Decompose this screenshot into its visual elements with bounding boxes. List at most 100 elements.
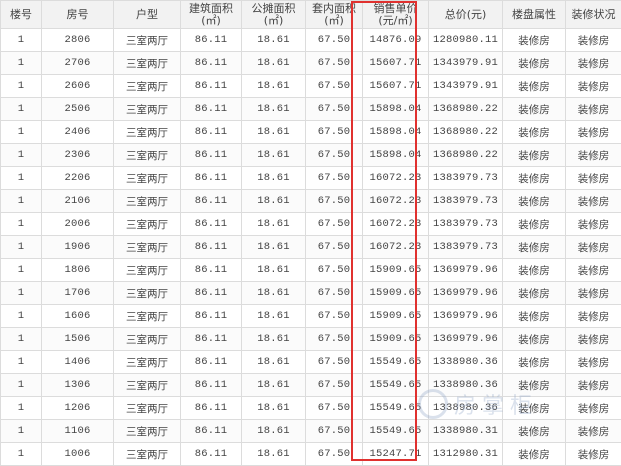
cell-total-price: 1280980.11 (429, 29, 503, 52)
cell-inner-area: 67.50 (306, 351, 363, 374)
cell-building: 1 (1, 167, 42, 190)
cell-shared-area: 18.61 (242, 75, 306, 98)
cell-building: 1 (1, 52, 42, 75)
cell-build-area: 86.11 (181, 420, 242, 443)
table-row: 12706三室两厅86.1118.6167.5015607.711343979.… (1, 52, 621, 75)
cell-property-attr: 装修房 (503, 144, 566, 167)
cell-property-attr: 装修房 (503, 236, 566, 259)
cell-decoration: 装修房 (566, 259, 621, 282)
cell-inner-area: 67.50 (306, 397, 363, 420)
cell-unit-price: 15898.04 (363, 121, 429, 144)
cell-inner-area: 67.50 (306, 29, 363, 52)
cell-building: 1 (1, 443, 42, 466)
cell-unit-price: 15909.65 (363, 328, 429, 351)
cell-inner-area: 67.50 (306, 282, 363, 305)
cell-decoration: 装修房 (566, 98, 621, 121)
cell-room: 2006 (42, 213, 114, 236)
cell-build-area: 86.11 (181, 236, 242, 259)
cell-decoration: 装修房 (566, 420, 621, 443)
cell-room: 2406 (42, 121, 114, 144)
cell-decoration: 装修房 (566, 190, 621, 213)
cell-shared-area: 18.61 (242, 259, 306, 282)
cell-shared-area: 18.61 (242, 397, 306, 420)
table-row: 12806三室两厅86.1118.6167.5014876.091280980.… (1, 29, 621, 52)
cell-shared-area: 18.61 (242, 351, 306, 374)
cell-inner-area: 67.50 (306, 443, 363, 466)
cell-building: 1 (1, 351, 42, 374)
cell-unit-price: 15909.65 (363, 282, 429, 305)
cell-inner-area: 67.50 (306, 213, 363, 236)
cell-inner-area: 67.50 (306, 167, 363, 190)
cell-build-area: 86.11 (181, 397, 242, 420)
cell-shared-area: 18.61 (242, 190, 306, 213)
cell-layout: 三室两厅 (114, 29, 181, 52)
cell-inner-area: 67.50 (306, 305, 363, 328)
cell-decoration: 装修房 (566, 305, 621, 328)
cell-build-area: 86.11 (181, 305, 242, 328)
cell-layout: 三室两厅 (114, 52, 181, 75)
cell-total-price: 1369979.96 (429, 259, 503, 282)
cell-building: 1 (1, 328, 42, 351)
cell-build-area: 86.11 (181, 443, 242, 466)
cell-property-attr: 装修房 (503, 190, 566, 213)
cell-total-price: 1369979.96 (429, 305, 503, 328)
cell-total-price: 1383979.73 (429, 236, 503, 259)
table-row: 12206三室两厅86.1118.6167.5016072.231383979.… (1, 167, 621, 190)
cell-property-attr: 装修房 (503, 259, 566, 282)
cell-room: 2806 (42, 29, 114, 52)
cell-unit-price: 15549.65 (363, 420, 429, 443)
cell-layout: 三室两厅 (114, 98, 181, 121)
cell-inner-area: 67.50 (306, 98, 363, 121)
cell-inner-area: 67.50 (306, 259, 363, 282)
cell-building: 1 (1, 374, 42, 397)
cell-shared-area: 18.61 (242, 443, 306, 466)
cell-shared-area: 18.61 (242, 213, 306, 236)
cell-inner-area: 67.50 (306, 144, 363, 167)
cell-total-price: 1343979.91 (429, 52, 503, 75)
table-row: 11806三室两厅86.1118.6167.5015909.651369979.… (1, 259, 621, 282)
cell-unit-price: 16072.23 (363, 236, 429, 259)
cell-property-attr: 装修房 (503, 351, 566, 374)
header-shared-area: 公摊面积 (㎡) (242, 1, 306, 29)
cell-shared-area: 18.61 (242, 282, 306, 305)
cell-room: 1006 (42, 443, 114, 466)
cell-room: 1406 (42, 351, 114, 374)
cell-total-price: 1368980.22 (429, 144, 503, 167)
cell-property-attr: 装修房 (503, 374, 566, 397)
cell-layout: 三室两厅 (114, 236, 181, 259)
cell-building: 1 (1, 305, 42, 328)
cell-build-area: 86.11 (181, 259, 242, 282)
table-row: 11406三室两厅86.1118.6167.5015549.651338980.… (1, 351, 621, 374)
cell-room: 2506 (42, 98, 114, 121)
cell-layout: 三室两厅 (114, 305, 181, 328)
cell-layout: 三室两厅 (114, 328, 181, 351)
table-row: 12606三室两厅86.1118.6167.5015607.711343979.… (1, 75, 621, 98)
table-row: 11706三室两厅86.1118.6167.5015909.651369979.… (1, 282, 621, 305)
cell-unit-price: 15549.65 (363, 397, 429, 420)
cell-build-area: 86.11 (181, 190, 242, 213)
cell-inner-area: 67.50 (306, 52, 363, 75)
cell-decoration: 装修房 (566, 167, 621, 190)
table-row: 12306三室两厅86.1118.6167.5015898.041368980.… (1, 144, 621, 167)
table-row: 11006三室两厅86.1118.6167.5015247.711312980.… (1, 443, 621, 466)
cell-building: 1 (1, 236, 42, 259)
cell-shared-area: 18.61 (242, 328, 306, 351)
cell-layout: 三室两厅 (114, 167, 181, 190)
cell-unit-price: 15607.71 (363, 75, 429, 98)
cell-total-price: 1383979.73 (429, 167, 503, 190)
cell-layout: 三室两厅 (114, 420, 181, 443)
cell-total-price: 1338980.31 (429, 420, 503, 443)
cell-total-price: 1369979.96 (429, 328, 503, 351)
header-inner-area: 套内面积 (㎡) (306, 1, 363, 29)
cell-shared-area: 18.61 (242, 121, 306, 144)
header-total-price: 总价(元) (429, 1, 503, 29)
cell-decoration: 装修房 (566, 75, 621, 98)
cell-build-area: 86.11 (181, 328, 242, 351)
cell-total-price: 1338980.36 (429, 351, 503, 374)
cell-total-price: 1368980.22 (429, 121, 503, 144)
cell-build-area: 86.11 (181, 167, 242, 190)
cell-room: 1706 (42, 282, 114, 305)
cell-inner-area: 67.50 (306, 420, 363, 443)
cell-decoration: 装修房 (566, 351, 621, 374)
cell-unit-price: 15607.71 (363, 52, 429, 75)
